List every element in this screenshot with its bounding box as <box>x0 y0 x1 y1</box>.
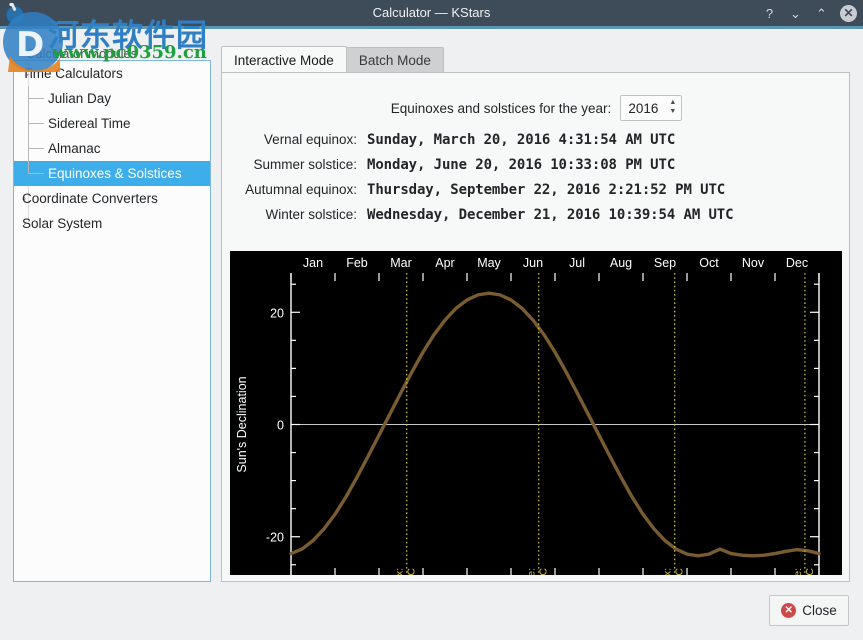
interactive-mode-panel: Equinoxes and solstices for the year: 20… <box>221 72 850 582</box>
annotation-date: Monday, June 20, 2016 10:33:08 PM UTC <box>538 568 550 575</box>
sidebar-item-label: Julian Day <box>48 91 111 106</box>
sidebar-item-label: Equinoxes & Solstices <box>48 166 182 181</box>
main-panel: Interactive ModeBatch Mode Equinoxes and… <box>221 46 850 582</box>
x-tick-label: Apr <box>435 256 454 270</box>
chevron-up-icon[interactable]: ▲ <box>669 99 676 107</box>
sidebar-item-label: Coordinate Converters <box>22 191 158 206</box>
sidebar-group-label: Calculator modules <box>26 46 137 61</box>
help-button[interactable]: ? <box>762 6 777 21</box>
close-button-label: Close <box>802 603 837 618</box>
tree-connector-vertical <box>28 86 29 174</box>
chevron-down-icon[interactable]: ⌄ <box>23 68 34 79</box>
tree-connector <box>28 98 44 99</box>
x-tick-label: Oct <box>699 256 719 270</box>
result-label: Summer solstice: <box>222 157 367 172</box>
sidebar-item-julian-day[interactable]: Julian Day <box>14 86 210 111</box>
sidebar-item-label: Sidereal Time <box>48 116 131 131</box>
x-tick-label: Jun <box>523 256 543 270</box>
result-label: Winter solstice: <box>222 207 367 222</box>
results-list: Vernal equinox:Sunday, March 20, 2016 4:… <box>222 127 851 227</box>
tab-interactive-mode[interactable]: Interactive Mode <box>221 46 347 73</box>
tab-bar: Interactive ModeBatch Mode <box>221 46 444 73</box>
year-label: Equinoxes and solstices for the year: <box>391 101 612 116</box>
sidebar-item-coordinate-converters[interactable]: ›Coordinate Converters <box>14 186 210 211</box>
window-title: Calculator — KStars <box>0 0 863 26</box>
close-button[interactable]: ✕ Close <box>769 595 849 626</box>
year-spinbox[interactable]: 2016 ▲ ▼ <box>620 95 682 121</box>
declination-chart-svg: -20 0 20 Sun's Declination Jan Feb Mar Apr May Ju… <box>230 251 842 575</box>
result-label: Vernal equinox: <box>222 132 367 147</box>
close-circle-icon: ✕ <box>781 603 796 618</box>
sidebar-item-label: Solar System <box>22 216 102 231</box>
titlebar-accent-bar <box>0 26 863 29</box>
result-row: Summer solstice:Monday, June 20, 2016 10… <box>222 152 851 177</box>
sidebar-item-solar-system[interactable]: ›Solar System <box>14 211 210 236</box>
window-titlebar: Calculator — KStars ? ⌄ ⌃ ✕ <box>0 0 863 26</box>
tree-connector <box>28 123 44 124</box>
x-tick-label: Jul <box>569 256 585 270</box>
calculator-modules-tree[interactable]: ⌄Time Calculators Julian Day Sidereal Time… <box>13 60 211 582</box>
annotation-title: Winter solstice: <box>792 568 804 575</box>
tab-batch-mode[interactable]: Batch Mode <box>346 47 444 73</box>
chart-background <box>230 251 842 575</box>
x-tick-label: Jan <box>303 256 323 270</box>
x-tick-label: Mar <box>390 256 412 270</box>
result-row: Autumnal equinox:Thursday, September 22,… <box>222 177 851 202</box>
x-tick-label: Feb <box>346 256 368 270</box>
tree-connector <box>28 148 44 149</box>
y-axis-title: Sun's Declination <box>235 376 249 472</box>
sidebar-item-label: Time Calculators <box>22 66 123 81</box>
tree-connector <box>28 173 44 174</box>
sidebar-item-almanac[interactable]: Almanac <box>14 136 210 161</box>
chevron-right-icon[interactable]: › <box>23 193 34 204</box>
x-tick-label: Aug <box>610 256 632 270</box>
result-value: Wednesday, December 21, 2016 10:39:54 AM… <box>367 207 733 223</box>
annotation-title: Summer solstice: <box>526 568 538 575</box>
year-value: 2016 <box>628 101 658 116</box>
result-label: Autumnal equinox: <box>222 182 367 197</box>
window-close-button[interactable]: ✕ <box>840 5 857 22</box>
maximize-button[interactable]: ⌃ <box>814 6 829 21</box>
sidebar-item-sidereal-time[interactable]: Sidereal Time <box>14 111 210 136</box>
result-row: Vernal equinox:Sunday, March 20, 2016 4:… <box>222 127 851 152</box>
x-tick-label: Sep <box>654 256 676 270</box>
sidebar-item-time-calculators[interactable]: ⌄Time Calculators <box>14 61 210 86</box>
annotation-title: Autumnal equinox: <box>662 568 674 575</box>
annotation-title: Vernal equinox: <box>394 568 406 575</box>
window-controls: ? ⌄ ⌃ ✕ <box>762 0 857 26</box>
sidebar-item-equinoxes-solstices[interactable]: Equinoxes & Solstices <box>14 161 210 186</box>
y-tick-label: 20 <box>270 306 284 320</box>
x-tick-label: Dec <box>786 256 808 270</box>
chevron-right-icon[interactable]: › <box>23 218 34 229</box>
result-value: Sunday, March 20, 2016 4:31:54 AM UTC <box>367 132 675 148</box>
sidebar-item-label: Almanac <box>48 141 101 156</box>
result-value: Monday, June 20, 2016 10:33:08 PM UTC <box>367 157 675 173</box>
result-row: Winter solstice:Wednesday, December 21, … <box>222 202 851 227</box>
annotation-date: Wednesday, December 21, 2016 10:39:54 AM… <box>804 568 816 575</box>
year-selector-row: Equinoxes and solstices for the year: 20… <box>222 95 851 121</box>
calculator-window: Calculator — KStars ? ⌄ ⌃ ✕ Calculator m… <box>0 0 863 640</box>
chevron-down-icon[interactable]: ▼ <box>669 108 676 116</box>
spinbox-arrows[interactable]: ▲ ▼ <box>669 99 676 116</box>
y-tick-label: 0 <box>277 419 284 433</box>
annotation-date: Sunday, March 20, 2016 4:31:54 AM UTC <box>406 568 418 575</box>
declination-chart: -20 0 20 Sun's Declination Jan Feb Mar Apr May Ju… <box>230 251 842 575</box>
annotation-date: Thursday, September 22, 2016 2:21:52 PM … <box>674 568 686 575</box>
result-value: Thursday, September 22, 2016 2:21:52 PM … <box>367 182 725 198</box>
minimize-button[interactable]: ⌄ <box>788 6 803 21</box>
y-tick-label: -20 <box>266 531 284 545</box>
x-tick-label: Nov <box>742 256 765 270</box>
x-tick-label: May <box>477 256 501 270</box>
